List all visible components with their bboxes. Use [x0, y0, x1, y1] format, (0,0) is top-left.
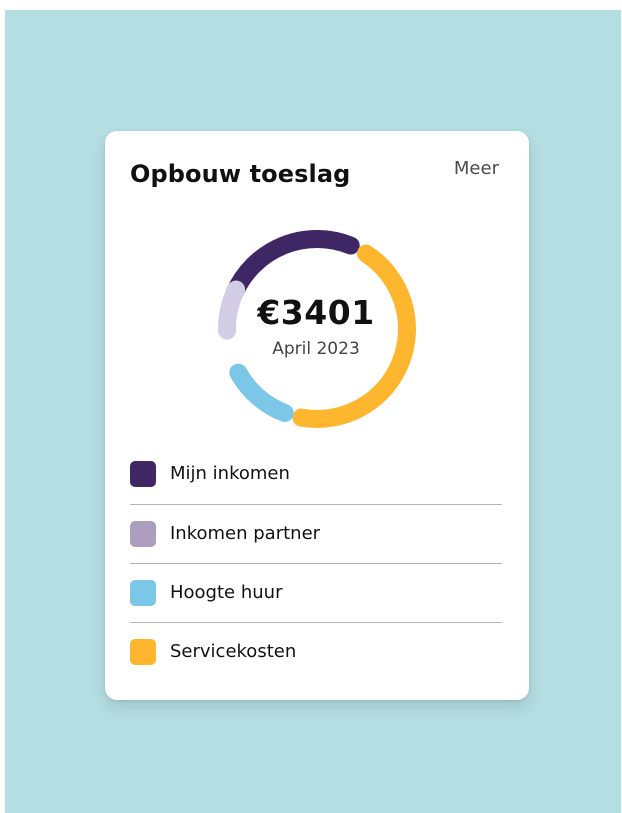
legend-label-mijn-inkomen: Mijn inkomen: [170, 463, 290, 484]
legend-divider: [130, 563, 502, 564]
period-label: April 2023: [272, 339, 360, 359]
total-amount: €3401: [257, 293, 375, 332]
legend-label-servicekosten: Servicekosten: [170, 641, 297, 662]
donut-segment-hoogte-huur: [229, 363, 294, 423]
legend-swatch-hoogte-huur: [130, 580, 156, 606]
legend-item-hoogte-huur: Hoogte huur: [130, 578, 502, 608]
legend-divider: [130, 504, 502, 505]
legend-item-mijn-inkomen: Mijn inkomen: [130, 459, 502, 489]
legend-label-hoogte-huur: Hoogte huur: [170, 582, 283, 603]
legend-item-inkomen-partner: Inkomen partner: [130, 519, 502, 549]
legend-swatch-mijn-inkomen: [130, 461, 156, 487]
more-link[interactable]: Meer: [454, 156, 499, 182]
legend-swatch-servicekosten: [130, 639, 156, 665]
donut-segment-mijn-inkomen: [225, 230, 360, 302]
card-title: Opbouw toeslag: [130, 160, 351, 188]
legend-item-servicekosten: Servicekosten: [130, 637, 502, 667]
legend-label-inkomen-partner: Inkomen partner: [170, 523, 321, 544]
donut-segment-inkomen-partner: [218, 280, 246, 340]
legend-swatch-inkomen-partner: [130, 521, 156, 547]
legend-divider: [130, 622, 502, 623]
